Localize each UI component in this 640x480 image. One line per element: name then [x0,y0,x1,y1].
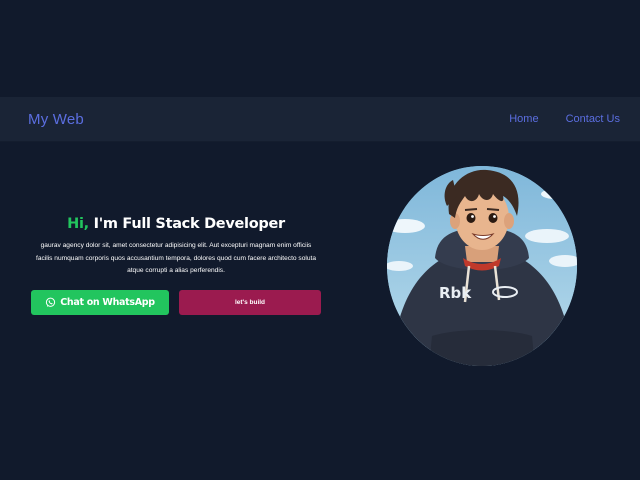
nav-link-contact[interactable]: Contact Us [566,113,620,125]
whatsapp-button-label: Chat on WhatsApp [60,297,155,308]
lets-build-label: let's build [234,299,266,306]
avatar: Rbk [387,166,577,366]
hoodie-logo-text: Rbk [439,284,472,302]
page: My Web Home Contact Us Hi, I'm Full Stac… [0,0,640,480]
hero-description: gaurav agency dolor sit, amet consectetu… [35,242,316,275]
navbar: My Web Home Contact Us [0,97,640,142]
hero-greeting: Hi, [67,216,89,232]
anime-avatar-illustration: Rbk [387,166,577,366]
whatsapp-icon [46,297,56,307]
hero-headline: Hi, I'm Full Stack Developer [30,216,322,232]
hero-section: Hi, I'm Full Stack Developer gaurav agen… [30,216,322,278]
nav-link-home[interactable]: Home [509,113,538,125]
lets-build-button[interactable]: let's build [179,290,321,315]
whatsapp-button[interactable]: Chat on WhatsApp [31,290,169,315]
nav-links: Home Contact Us [509,113,620,125]
hero-title: I'm Full Stack Developer [88,216,286,232]
brand-logo[interactable]: My Web [28,111,84,128]
